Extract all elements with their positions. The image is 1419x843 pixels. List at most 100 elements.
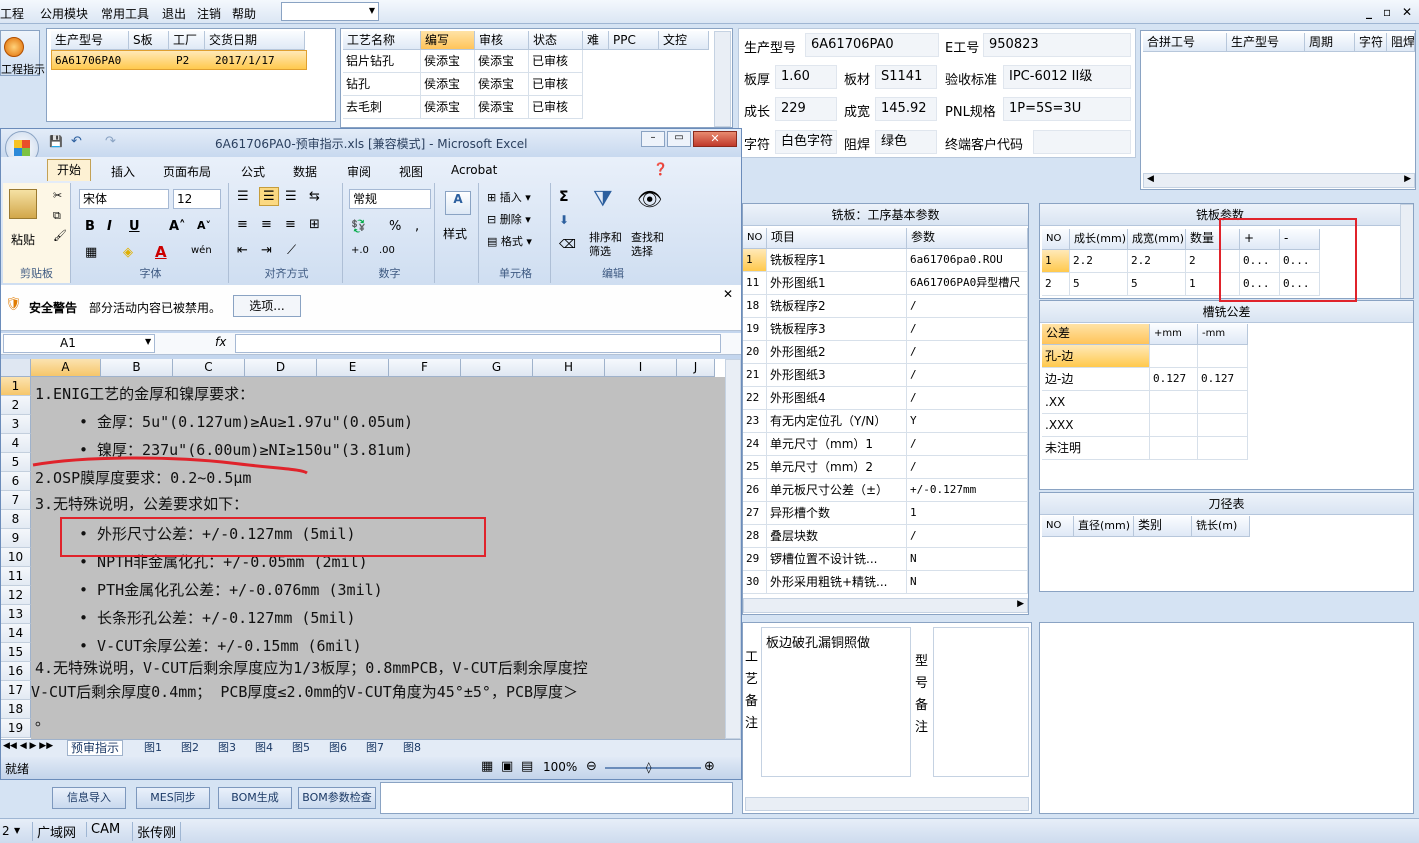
model-field[interactable]: 6A61706PA0 (805, 33, 939, 57)
zoom-slider[interactable] (605, 767, 701, 769)
number-format-select[interactable]: 常规 (349, 189, 431, 209)
length-field[interactable]: 229 (775, 97, 837, 121)
menu-logout[interactable]: 注销 (197, 5, 221, 22)
sheet-tab[interactable]: 图3 (215, 740, 239, 756)
table-row[interactable]: 孔-边 (1042, 345, 1248, 368)
table-row[interactable]: 铝片钻孔 侯添宝 侯添宝 已审核 (343, 50, 713, 73)
formula-input[interactable] (235, 334, 721, 353)
mes-sync-button[interactable]: MES同步 (136, 787, 210, 809)
table-row[interactable]: .XXX (1042, 414, 1248, 437)
e-number-field[interactable]: 950823 (983, 33, 1131, 57)
table-row[interactable]: 1 铣板程序1 6a61706pa0.ROU (743, 249, 1028, 272)
menu-tools[interactable]: 常用工具 (101, 5, 149, 22)
chevron-down-icon[interactable]: ▼ (14, 826, 20, 835)
format-painter-icon[interactable]: 🖌 (53, 229, 67, 242)
fx-icon[interactable]: fx (215, 335, 226, 349)
tab-page-layout[interactable]: 页面布局 (163, 163, 211, 180)
font-color-icon[interactable]: A (155, 243, 167, 261)
minimize-button[interactable]: _ (1366, 5, 1372, 19)
shrink-font-button[interactable]: A˅ (197, 219, 211, 232)
save-icon[interactable]: 💾 (49, 135, 63, 148)
table-row[interactable]: 未注明 (1042, 437, 1248, 460)
menu-help[interactable]: 帮助 (232, 5, 256, 22)
row-header[interactable]: 10 (1, 548, 31, 567)
menu-combo[interactable]: ▼ (281, 2, 379, 21)
chevron-down-icon[interactable]: ▼ (145, 337, 151, 346)
help-icon[interactable]: ❓ (653, 162, 668, 176)
name-box[interactable]: A1 (3, 334, 155, 353)
customer-code-field[interactable] (1033, 130, 1131, 154)
copy-icon[interactable]: ⧉ (53, 209, 61, 223)
format-cells-button[interactable]: ▤ 格式 ▾ (487, 233, 532, 249)
sheet-tab[interactable]: 图4 (252, 740, 276, 756)
pnl-field[interactable]: 1P=5S=3U (1003, 97, 1131, 121)
table-row[interactable]: 28 叠层块数 / (743, 525, 1028, 548)
close-button[interactable]: ✕ (1402, 5, 1412, 19)
row-header[interactable]: 17 (1, 681, 31, 700)
model-notes-textarea[interactable] (933, 627, 1029, 777)
table-row[interactable]: 11 外形图纸1 6A61706PA0异型槽尺 (743, 272, 1028, 295)
row-header[interactable]: 12 (1, 586, 31, 605)
table-row[interactable]: 25 单元尺寸（mm）2/ (743, 456, 1028, 479)
menu-project[interactable]: 工程 (0, 5, 24, 22)
style-icon[interactable]: A (445, 191, 471, 215)
excel-close-button[interactable]: ✕ (693, 131, 737, 147)
cut-icon[interactable]: ✂ (53, 189, 62, 202)
bold-button[interactable]: B (85, 219, 95, 234)
align-middle-icon[interactable]: ☰ (259, 187, 279, 206)
fill-icon[interactable]: ⬇ (559, 213, 569, 227)
increase-decimal-icon[interactable]: +.0 (351, 245, 369, 256)
currency-icon[interactable]: 💱 (351, 219, 366, 233)
row-header[interactable]: 19 (1, 719, 31, 738)
sort-filter-button[interactable]: 排序和筛选 (589, 231, 629, 259)
zoom-level[interactable]: 100% (543, 760, 577, 774)
phonetic-icon[interactable]: wén (191, 245, 212, 256)
decrease-indent-icon[interactable]: ⇤ (237, 243, 248, 258)
font-name-select[interactable]: 宋体 (79, 189, 169, 209)
align-left-icon[interactable]: ≡ (237, 217, 248, 232)
sheet-tab[interactable]: 图1 (141, 740, 165, 756)
page-break-view-icon[interactable]: ▤ (521, 759, 533, 774)
row-header[interactable]: 2 (1, 396, 31, 415)
thickness-field[interactable]: 1.60 (775, 65, 837, 89)
table-row[interactable]: 23 有无内定位孔（Y/N） Y (743, 410, 1028, 433)
row-header[interactable]: 18 (1, 700, 31, 719)
tab-acrobat[interactable]: Acrobat (451, 163, 497, 177)
align-bottom-icon[interactable]: ☰ (285, 189, 297, 204)
undo-icon[interactable]: ↶ (71, 134, 82, 149)
width-field[interactable]: 145.92 (875, 97, 937, 121)
col-header[interactable]: 公差 (1042, 324, 1150, 345)
autosum-icon[interactable]: Σ (559, 189, 569, 205)
row-header[interactable]: 1 (1, 377, 31, 396)
table-row[interactable]: 6A61706PA0 P2 2017/1/17 (51, 50, 307, 70)
sheet-tab[interactable]: 图6 (326, 740, 350, 756)
mill-params-scrollbar[interactable] (1400, 204, 1413, 298)
align-center-icon[interactable]: ≡ (261, 217, 272, 232)
craft-notes-textarea[interactable]: 板边破孔漏铜照做 (761, 627, 911, 777)
normal-view-icon[interactable]: ▦ (481, 759, 493, 774)
menu-exit[interactable]: 退出 (162, 5, 186, 22)
find-select-button[interactable]: 查找和选择 (631, 231, 671, 259)
paste-button[interactable]: 粘贴 (11, 231, 35, 248)
tab-view[interactable]: 视图 (399, 163, 423, 180)
sheet-nav-icon[interactable]: ◀◀ ◀ ▶ ▶▶ (3, 741, 53, 751)
excel-restore-button[interactable]: ▭ (667, 131, 691, 147)
sheet-tab[interactable]: 图7 (363, 740, 387, 756)
column-header[interactable]: B (101, 359, 173, 377)
tab-home[interactable]: 开始 (47, 159, 91, 181)
menu-common-modules[interactable]: 公用模块 (40, 5, 88, 22)
char-field[interactable]: 白色字符 (775, 130, 837, 154)
select-all-corner[interactable] (1, 359, 31, 377)
excel-minimize-button[interactable]: – (641, 131, 665, 147)
bom-generate-button[interactable]: BOM生成 (218, 787, 292, 809)
insert-cells-button[interactable]: ⊞ 插入 ▾ (487, 189, 531, 205)
tab-insert[interactable]: 插入 (111, 163, 135, 180)
table-row[interactable]: 27 异形槽个数 1 (743, 502, 1028, 525)
options-button[interactable]: 选项... (233, 295, 301, 317)
material-field[interactable]: S1141 (875, 65, 937, 89)
column-header[interactable]: F (389, 359, 461, 377)
table-row[interactable]: 钻孔 侯添宝 侯添宝 已审核 (343, 73, 713, 96)
column-header[interactable]: G (461, 359, 533, 377)
table-row[interactable]: 30 外形采用粗铣+精铣... N (743, 571, 1028, 594)
row-header[interactable]: 11 (1, 567, 31, 586)
